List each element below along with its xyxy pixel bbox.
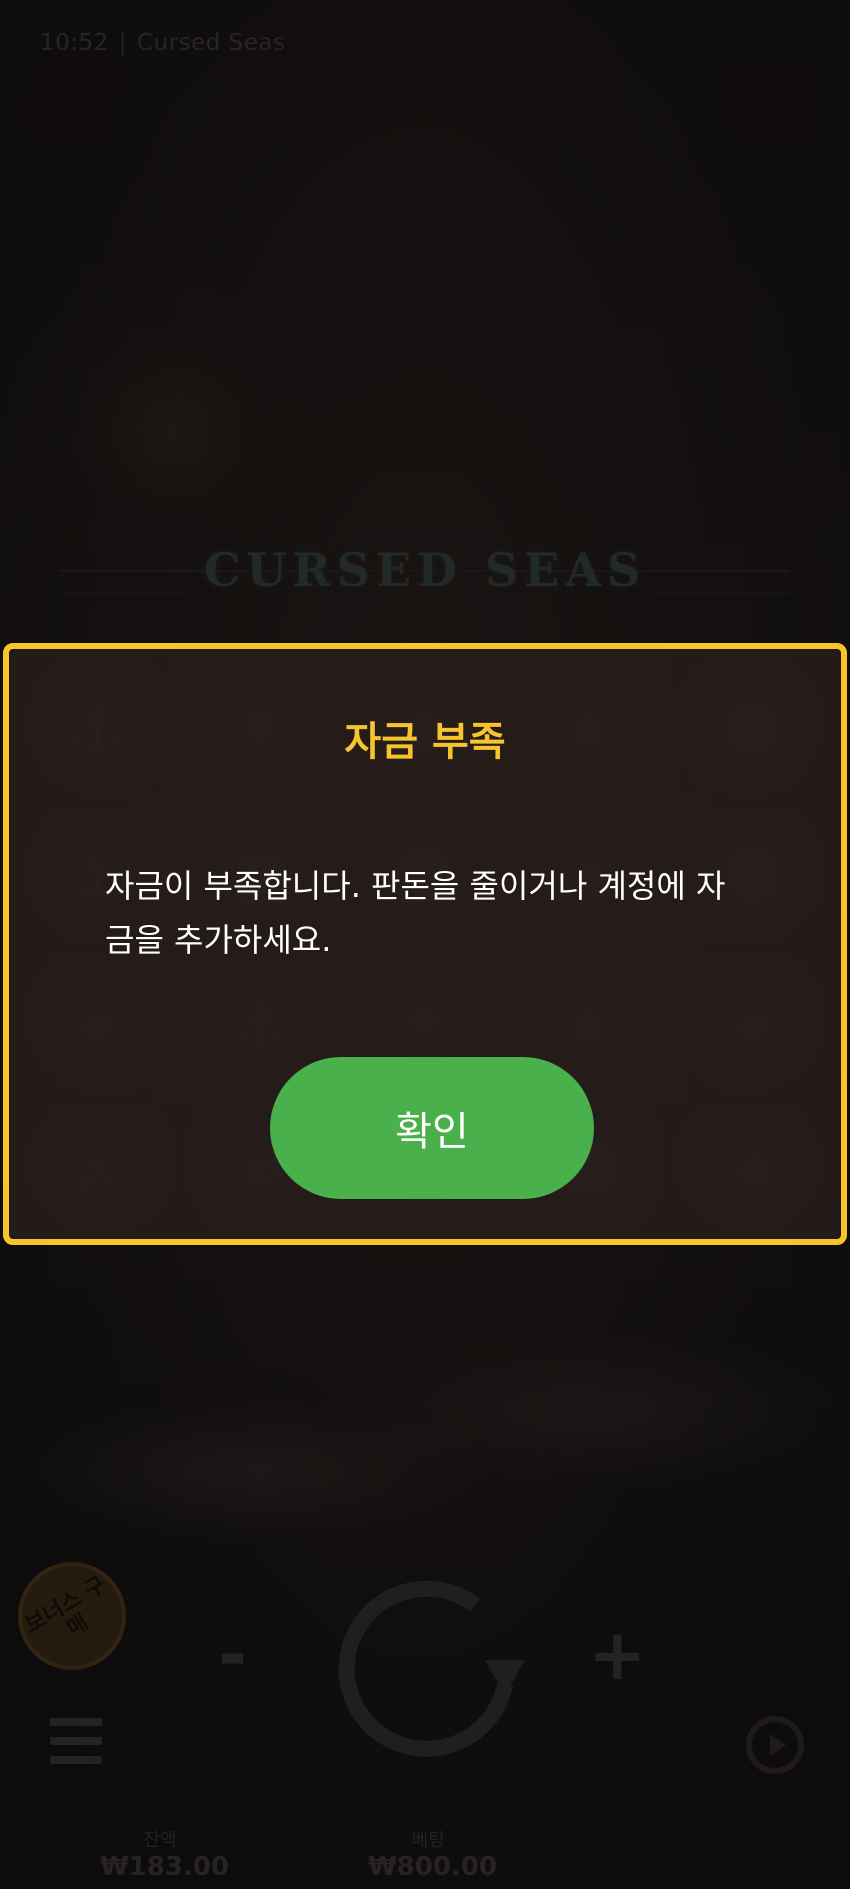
dialog-message: 자금이 부족합니다. 판돈을 줄이거나 계정에 자금을 추가하세요. [105,867,726,959]
insufficient-funds-dialog: 자금 부족 자금이 부족합니다. 판돈을 줄이거나 계정에 자금을 추가하세요.… [3,643,847,1245]
ok-button[interactable]: 확인 [270,1057,594,1199]
dialog-title: 자금 부족 [344,719,506,765]
